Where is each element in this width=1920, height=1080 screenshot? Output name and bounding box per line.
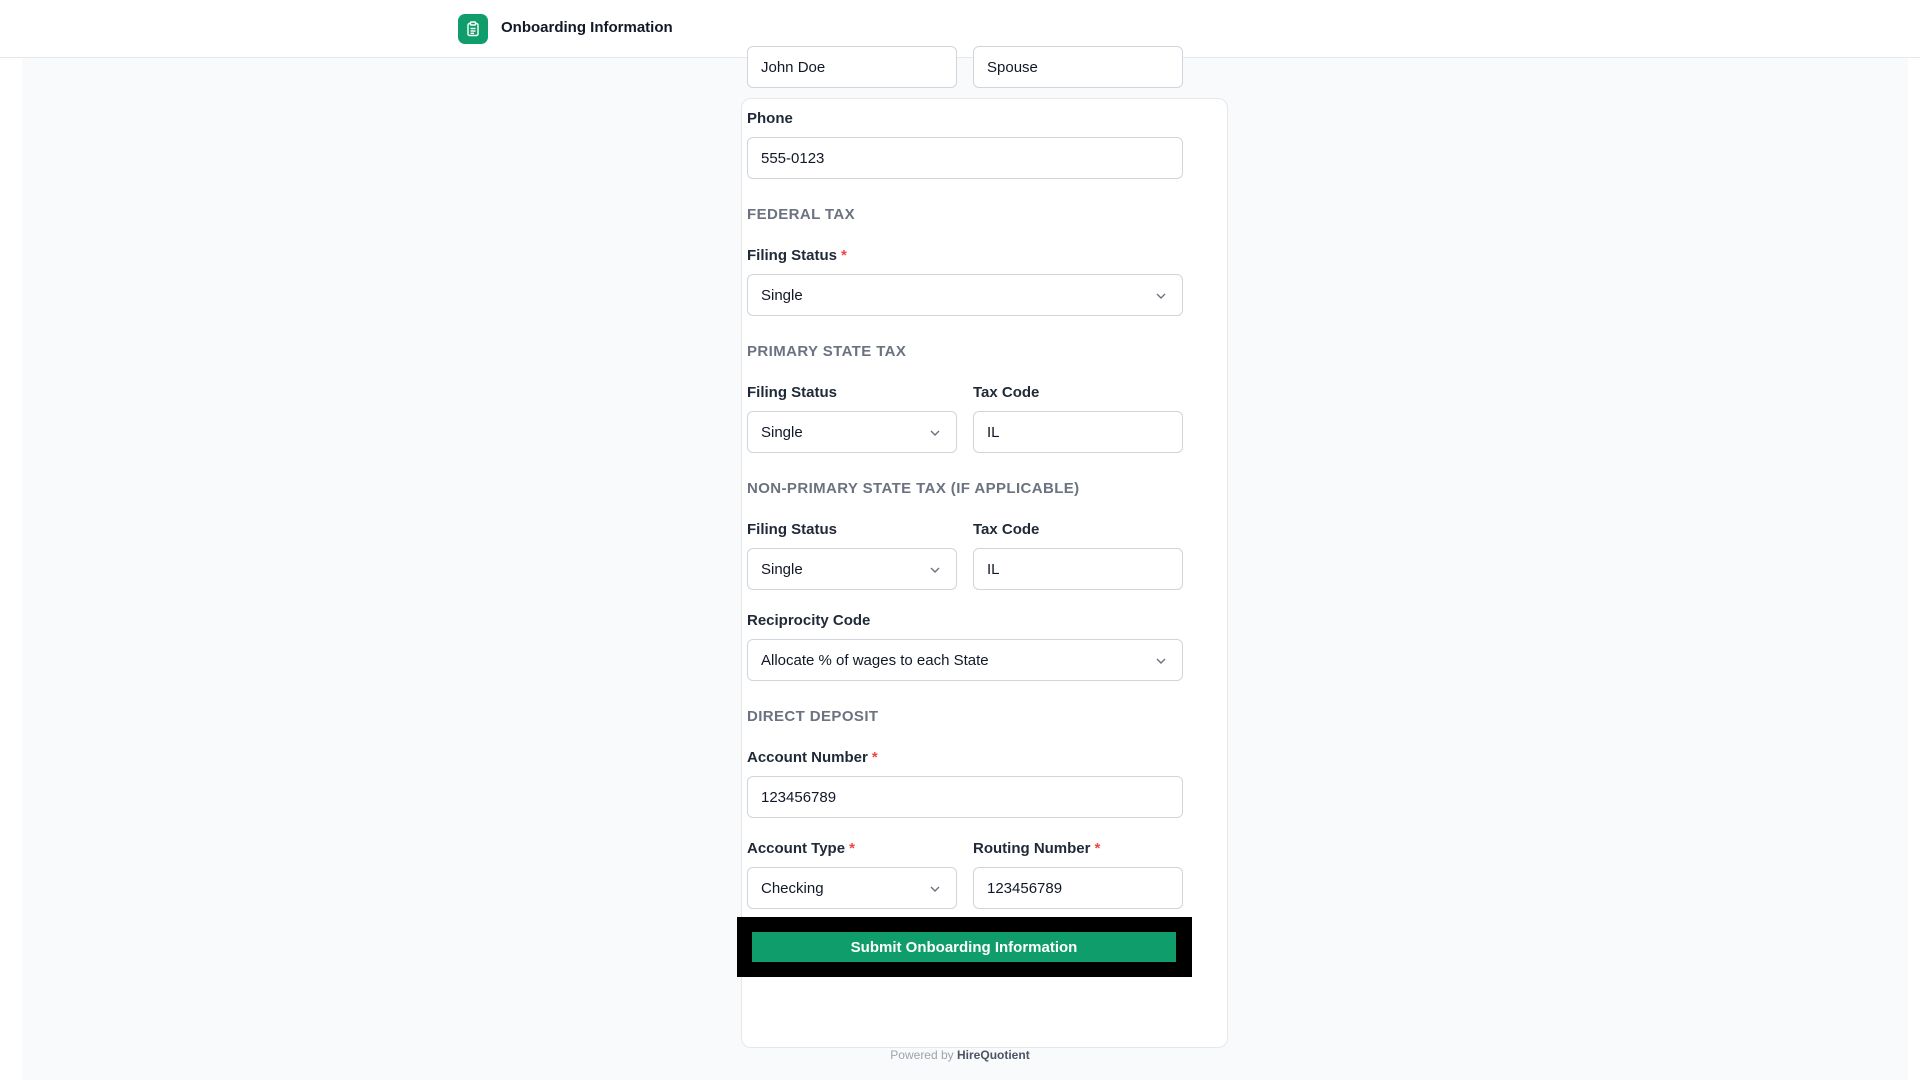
- routing-number-label: Routing Number *: [973, 840, 1101, 857]
- account-number-label: Account Number *: [747, 749, 878, 766]
- phone-input[interactable]: 555-0123: [747, 137, 1183, 179]
- account-number-input[interactable]: 123456789: [747, 776, 1183, 818]
- chevron-down-icon: [1156, 293, 1166, 299]
- federal-filing-status-label: Filing Status *: [747, 247, 847, 264]
- non-primary-filing-status-select[interactable]: Single: [747, 548, 957, 590]
- chevron-down-icon: [1156, 658, 1166, 664]
- clipboard-icon: [458, 14, 488, 44]
- chevron-down-icon: [930, 886, 940, 892]
- reciprocity-code-label: Reciprocity Code: [747, 612, 871, 629]
- non-primary-tax-code-input[interactable]: IL: [973, 548, 1183, 590]
- submit-onboarding-button[interactable]: Submit Onboarding Information: [752, 932, 1176, 962]
- footer: Powered by HireQuotient: [0, 1048, 1920, 1062]
- non-primary-filing-status-label: Filing Status: [747, 521, 837, 538]
- submit-button-highlight: Submit Onboarding Information: [737, 917, 1192, 977]
- federal-tax-heading: FEDERAL TAX: [747, 206, 856, 223]
- chevron-down-icon: [930, 567, 940, 573]
- required-asterisk: *: [871, 749, 878, 766]
- non-primary-state-tax-heading: NON-PRIMARY STATE TAX (IF APPLICABLE): [747, 480, 1080, 497]
- primary-filing-status-select[interactable]: Single: [747, 411, 957, 453]
- page-title: Onboarding Information: [501, 19, 673, 36]
- footer-prefix: Powered by: [890, 1048, 954, 1062]
- app-header: Onboarding Information: [0, 0, 1920, 58]
- chevron-down-icon: [930, 430, 940, 436]
- account-type-label: Account Type *: [747, 840, 855, 857]
- required-asterisk: *: [1094, 840, 1101, 857]
- reciprocity-code-select[interactable]: Allocate % of wages to each State: [747, 639, 1183, 681]
- non-primary-tax-code-label: Tax Code: [973, 521, 1040, 538]
- routing-number-input[interactable]: 123456789: [973, 867, 1183, 909]
- phone-label: Phone: [747, 110, 793, 127]
- direct-deposit-heading: DIRECT DEPOSIT: [747, 708, 879, 725]
- emergency-contact-name-input[interactable]: John Doe: [747, 46, 957, 88]
- federal-filing-status-select[interactable]: Single: [747, 274, 1183, 316]
- required-asterisk: *: [849, 840, 855, 857]
- footer-brand: HireQuotient: [957, 1048, 1030, 1062]
- primary-tax-code-label: Tax Code: [973, 384, 1040, 401]
- account-type-select[interactable]: Checking: [747, 867, 957, 909]
- required-asterisk: *: [841, 247, 847, 264]
- emergency-contact-relationship-input[interactable]: Spouse: [973, 46, 1183, 88]
- primary-tax-code-input[interactable]: IL: [973, 411, 1183, 453]
- primary-state-tax-heading: PRIMARY STATE TAX: [747, 343, 907, 360]
- primary-filing-status-label: Filing Status: [747, 384, 837, 401]
